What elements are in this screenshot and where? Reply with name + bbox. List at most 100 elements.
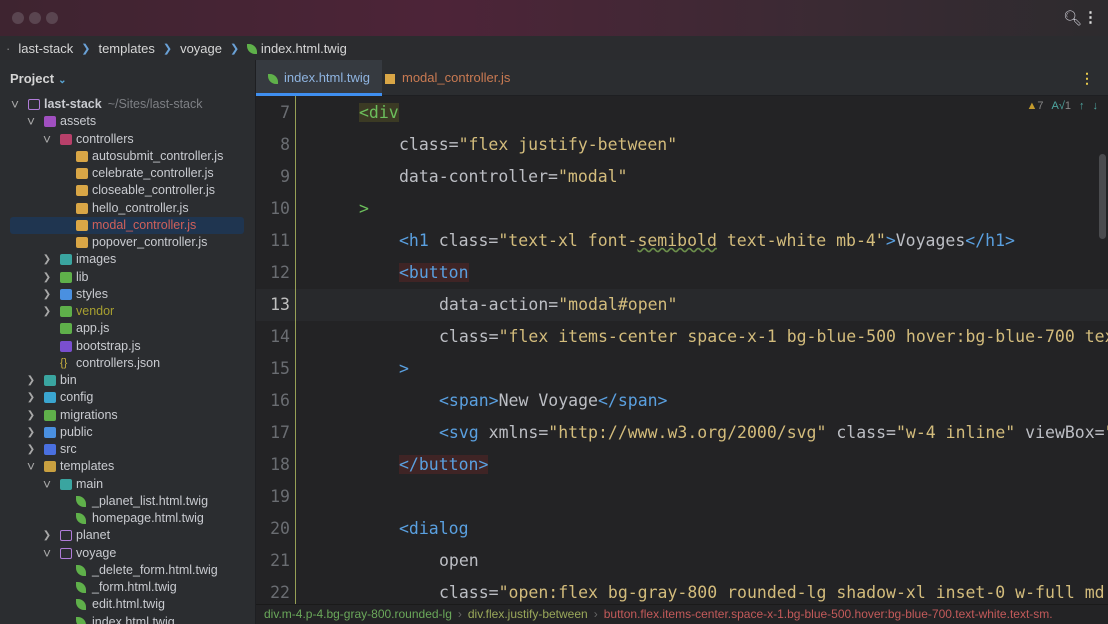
- tree-item-label: homepage.html.twig: [92, 511, 204, 525]
- tree-item[interactable]: ❯ migrations: [0, 407, 255, 424]
- chevron-right-icon[interactable]: ❯: [25, 441, 37, 458]
- tree-item[interactable]: homepage.html.twig: [0, 510, 255, 527]
- code-line[interactable]: 17 <svg xmlns="http://www.w3.org/2000/svg…: [256, 417, 1108, 449]
- code-line[interactable]: 20 <dialog: [256, 513, 1108, 545]
- tree-item-label: bootstrap.js: [76, 338, 141, 353]
- chevron-down-icon[interactable]: ˅: [41, 476, 53, 493]
- tree-item[interactable]: ❯ lib: [0, 269, 255, 286]
- code-line[interactable]: 10 >: [256, 193, 1108, 225]
- breadcrumb-item[interactable]: templates: [98, 41, 154, 56]
- tree-item[interactable]: app.js: [0, 320, 255, 337]
- inspection-widget[interactable]: ▲7 A√1 ↑ ↓: [1026, 100, 1098, 112]
- tree-item[interactable]: ˅ main: [0, 476, 255, 493]
- chevron-right-icon[interactable]: ❯: [41, 251, 53, 268]
- tree-item[interactable]: {} controllers.json: [0, 355, 255, 372]
- code-token: "w-4 inline": [895, 423, 1016, 442]
- breadcrumb-item[interactable]: voyage: [180, 41, 222, 56]
- chevron-down-icon[interactable]: ˅: [41, 131, 53, 148]
- chevron-right-icon[interactable]: ❯: [41, 286, 53, 303]
- tree-item[interactable]: ❯ images: [0, 251, 255, 268]
- code-line[interactable]: 22 class="open:flex bg-gray-800 rounded-l…: [256, 577, 1108, 604]
- tree-item[interactable]: _planet_list.html.twig: [0, 493, 255, 510]
- next-highlight-icon[interactable]: ↓: [1093, 100, 1099, 112]
- folder-icon: [60, 288, 72, 300]
- close-window-button[interactable]: [12, 12, 24, 24]
- tree-item[interactable]: celebrate_controller.js: [0, 165, 255, 182]
- tree-item[interactable]: ˅ last-stack ~/Sites/last-stack: [0, 96, 255, 113]
- line-number: 14: [270, 327, 290, 346]
- tree-item[interactable]: ❯ public: [0, 424, 255, 441]
- gutter-change-marker: [295, 96, 296, 604]
- chevron-down-icon[interactable]: ˅: [9, 96, 21, 113]
- breadcrumb-item[interactable]: index.html.twig: [261, 41, 347, 56]
- breadcrumb: · last-stack ❯ templates ❯ voyage ❯ index.h…: [0, 36, 1108, 60]
- tree-item[interactable]: closeable_controller.js: [0, 182, 255, 199]
- tab-options-icon[interactable]: ⋮: [1080, 70, 1094, 87]
- tree-item[interactable]: _delete_form.html.twig: [0, 562, 255, 579]
- line-number: 16: [270, 391, 290, 410]
- tree-item[interactable]: ˅ assets: [0, 113, 255, 130]
- code-token: >: [885, 231, 896, 250]
- chevron-right-icon[interactable]: ❯: [41, 269, 53, 286]
- minimize-window-button[interactable]: [29, 12, 41, 24]
- code-line[interactable]: 15 >: [256, 353, 1108, 385]
- code-line[interactable]: 8 class="flex justify-between": [256, 129, 1108, 161]
- chevron-right-icon[interactable]: ❯: [41, 303, 53, 320]
- tree-item[interactable]: ˅ templates: [0, 458, 255, 475]
- tree-item[interactable]: ❯ src: [0, 441, 255, 458]
- line-number: 18: [270, 455, 290, 474]
- tree-item[interactable]: ❯ vendor: [0, 303, 255, 320]
- tree-item[interactable]: ❯ bin: [0, 372, 255, 389]
- tree-item-label: styles: [76, 286, 108, 301]
- chevron-down-icon[interactable]: ˅: [25, 113, 37, 130]
- code-line[interactable]: 11 <h1 class="text-xl font-semibold text-…: [256, 225, 1108, 257]
- tree-item[interactable]: _form.html.twig: [0, 579, 255, 596]
- tree-item[interactable]: bootstrap.js: [0, 338, 255, 355]
- code-line[interactable]: 12 <button: [256, 257, 1108, 289]
- chevron-right-icon[interactable]: ❯: [41, 527, 53, 544]
- code-editor[interactable]: 7 <div 8 class="flex justify-between" 9 data-…: [256, 96, 1108, 604]
- tree-item[interactable]: ˅ controllers: [0, 131, 255, 148]
- chevron-right-icon[interactable]: ❯: [25, 424, 37, 441]
- structure-crumb[interactable]: div.flex.justify-between: [468, 607, 588, 621]
- structure-crumb[interactable]: button.flex.items-center.space-x-1.bg-bl…: [604, 607, 1053, 621]
- tree-item[interactable]: modal_controller.js: [10, 216, 244, 234]
- tree-item[interactable]: ❯ config: [0, 389, 255, 406]
- folder-icon: [44, 392, 56, 404]
- code-line[interactable]: 18 </button>: [256, 449, 1108, 481]
- tree-item[interactable]: edit.html.twig: [0, 596, 255, 613]
- tab-modal-controller-js[interactable]: modal_controller.js: [373, 60, 522, 96]
- tab-index-html-twig[interactable]: index.html.twig: [256, 60, 382, 96]
- previous-highlight-icon[interactable]: ↑: [1079, 100, 1085, 112]
- code-line[interactable]: 13 data-action="modal#open": [256, 289, 1108, 321]
- search-icon[interactable]: 🔍︎: [1063, 9, 1082, 27]
- tree-item[interactable]: popover_controller.js: [0, 234, 255, 251]
- tree-item[interactable]: ˅ voyage: [0, 545, 255, 562]
- code-token: >: [359, 199, 369, 218]
- chevron-down-icon[interactable]: ˅: [41, 545, 53, 562]
- tree-item[interactable]: ❯ planet: [0, 527, 255, 544]
- code-line[interactable]: 19: [256, 481, 1108, 513]
- code-line[interactable]: 14 class="flex items-center space-x-1 bg-…: [256, 321, 1108, 353]
- more-options-icon[interactable]: ⋮: [1083, 8, 1098, 26]
- tree-item-label: last-stack: [44, 97, 102, 111]
- vertical-scrollbar[interactable]: [1099, 154, 1106, 239]
- code-token: </button>: [399, 455, 489, 474]
- chevron-down-icon[interactable]: ˅: [25, 458, 37, 475]
- tree-item[interactable]: index.html.twig: [0, 614, 255, 624]
- twig-icon: [76, 582, 86, 593]
- chevron-right-icon[interactable]: ❯: [25, 389, 37, 406]
- tree-item[interactable]: ❯ styles: [0, 286, 255, 303]
- code-line[interactable]: 21 open: [256, 545, 1108, 577]
- structure-crumb[interactable]: div.m-4.p-4.bg-gray-800.rounded-lg: [264, 607, 452, 621]
- chevron-right-icon[interactable]: ❯: [25, 407, 37, 424]
- breadcrumb-item[interactable]: last-stack: [18, 41, 73, 56]
- chevron-right-icon[interactable]: ❯: [25, 372, 37, 389]
- code-line[interactable]: 7 <div: [256, 97, 1108, 129]
- maximize-window-button[interactable]: [46, 12, 58, 24]
- tree-item[interactable]: autosubmit_controller.js: [0, 148, 255, 165]
- project-view-selector[interactable]: Project ⌄: [10, 71, 66, 86]
- code-line[interactable]: 9 data-controller="modal": [256, 161, 1108, 193]
- tree-item[interactable]: hello_controller.js: [0, 200, 255, 217]
- code-line[interactable]: 16 <span>New Voyage</span>: [256, 385, 1108, 417]
